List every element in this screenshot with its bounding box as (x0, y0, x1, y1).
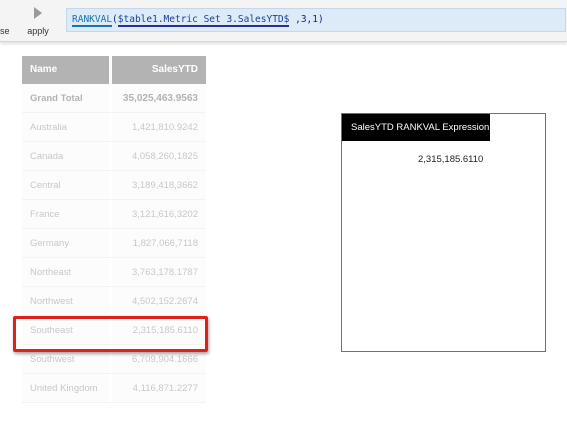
close-icon (0, 6, 12, 22)
table-row: Central 3,189,418,3662 (22, 171, 206, 200)
row-value: 1,827,066,7118 (112, 229, 206, 257)
row-name: United Kingdom (22, 374, 109, 402)
table-row: Germany 1,827,066,7118 (22, 229, 206, 258)
row-name: Canada (22, 142, 109, 170)
formula-reference: $table1.Metric Set 3.SalesYTD$ (117, 14, 290, 27)
row-name: Australia (22, 113, 109, 141)
rankval-visual-panel[interactable]: SalesYTD RANKVAL Expression 2,315,185.61… (341, 113, 546, 352)
row-name: Northwest (22, 287, 109, 315)
formula-function: RANKVAL (72, 14, 113, 27)
row-value: 3,121,616,3202 (112, 200, 206, 228)
table-header: Name SalesYTD (22, 56, 206, 84)
column-header-name[interactable]: Name (22, 56, 109, 84)
toolbar: close apply RANKVAL($table1.Metric Set 3… (0, 0, 567, 42)
grand-total-label: Grand Total (22, 84, 109, 112)
apply-label: apply (27, 26, 49, 36)
apply-button[interactable]: apply (22, 6, 54, 38)
column-header-salesytd[interactable]: SalesYTD (112, 56, 206, 84)
table-row: Canada 4,058,260,1825 (22, 142, 206, 171)
row-name: Germany (22, 229, 109, 257)
grand-total-value: 35,025,463.9563 (112, 84, 206, 112)
visual-title: SalesYTD RANKVAL Expression (342, 114, 490, 141)
apply-icon (22, 6, 54, 22)
visual-value: 2,315,185.6110 (418, 154, 484, 165)
table-row: Northwest 4,502,152.2674 (22, 287, 206, 316)
row-value: 4,502,152.2674 (112, 287, 206, 315)
row-value: 3,189,418,3662 (112, 171, 206, 199)
row-value: 4,058,260,1825 (112, 142, 206, 170)
row-name: Central (22, 171, 109, 199)
grand-total-row: Grand Total 35,025,463.9563 (22, 84, 206, 113)
formula-input[interactable]: RANKVAL($table1.Metric Set 3.SalesYTD$ ,… (66, 8, 566, 32)
close-label: close (0, 26, 10, 36)
table-row: France 3,121,616,3202 (22, 200, 206, 229)
southeast-highlight-box (13, 316, 208, 352)
table-row: Northeast 3,763,178.1787 (22, 258, 206, 287)
row-name: Northeast (22, 258, 109, 286)
table-row: United Kingdom 4,116,871.2277 (22, 374, 206, 403)
row-value: 1,421,810.9242 (112, 113, 206, 141)
formula-args: ,3,1) (289, 14, 324, 25)
close-button[interactable]: close (0, 6, 12, 38)
row-name: France (22, 200, 109, 228)
row-value: 3,763,178.1787 (112, 258, 206, 286)
table-row: Australia 1,421,810.9242 (22, 113, 206, 142)
formula-open-paren: ( (112, 14, 118, 25)
row-value: 4,116,871.2277 (112, 374, 206, 402)
